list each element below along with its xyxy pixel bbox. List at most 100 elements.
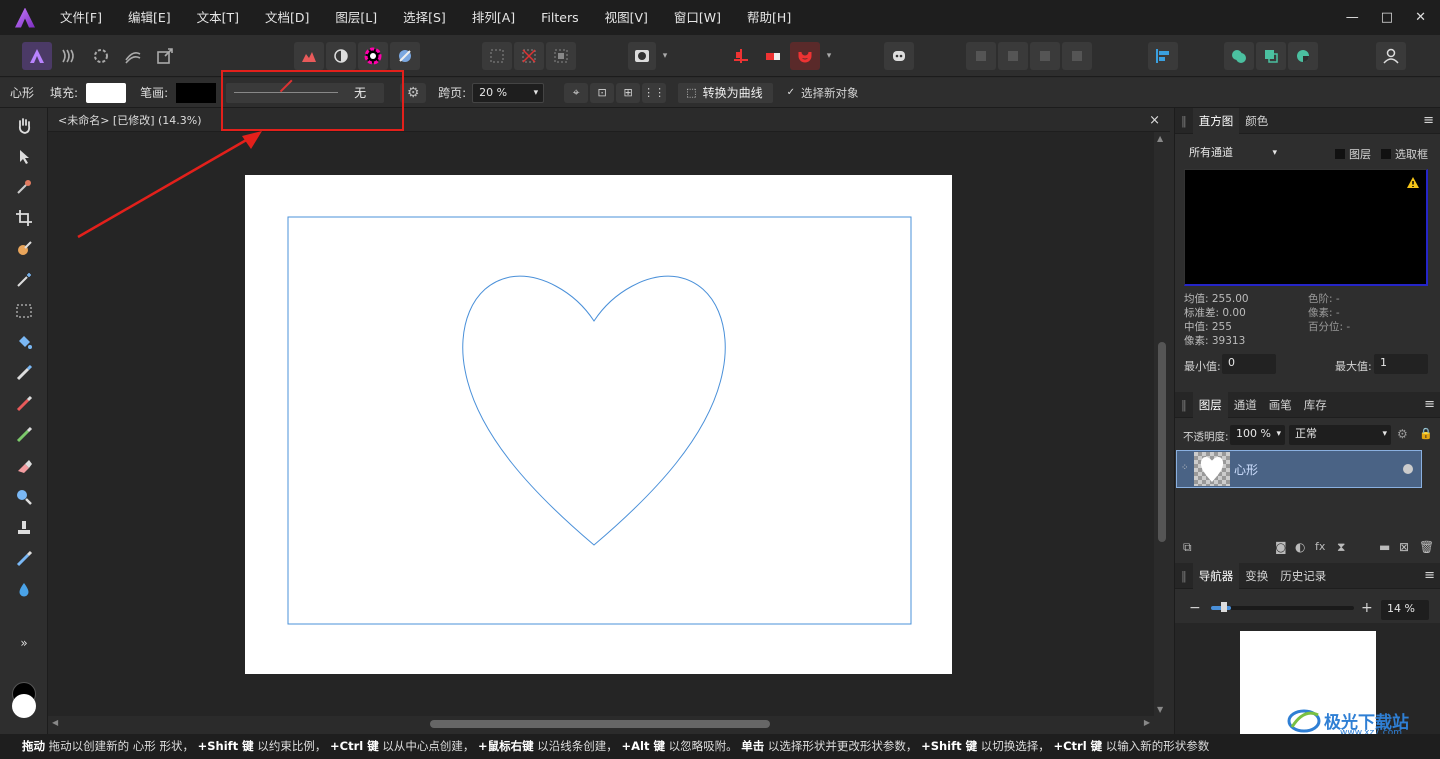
move-tool-icon[interactable] — [12, 145, 36, 167]
select-new-object-checkbox[interactable]: ✓ 选择新对象 — [787, 85, 859, 101]
scroll-up-icon[interactable]: ▲ — [1157, 134, 1163, 143]
zoom-out-button[interactable]: − — [1189, 600, 1201, 616]
eraser-icon[interactable] — [12, 455, 36, 477]
lock-icon[interactable]: 🔒 — [1419, 427, 1433, 440]
arrange-back-icon[interactable] — [966, 42, 996, 70]
gear-icon[interactable]: ⚙ — [400, 82, 427, 103]
layer-duplicate-icon[interactable]: ⧉ — [1183, 540, 1192, 555]
tab-stock[interactable]: 库存 — [1298, 397, 1333, 413]
transform-origin-icon[interactable]: ⌖ — [564, 82, 589, 103]
horizontal-scroll-thumb[interactable] — [430, 720, 770, 728]
snapping-toggle-icon[interactable] — [758, 42, 788, 70]
menu-window[interactable]: 窗口[W] — [661, 0, 734, 35]
paint-brush-icon[interactable] — [12, 362, 36, 384]
arrange-front-icon[interactable] — [1062, 42, 1092, 70]
tab-histogram[interactable]: 直方图 — [1192, 107, 1240, 134]
heart-shape-canvas[interactable] — [245, 175, 952, 674]
levels-icon[interactable] — [294, 42, 324, 70]
assistant-icon[interactable] — [884, 42, 914, 70]
boolean-add-icon[interactable] — [1224, 42, 1254, 70]
boolean-subtract-icon[interactable] — [1256, 42, 1286, 70]
fill-swatch[interactable] — [86, 82, 127, 103]
develop-persona-icon[interactable] — [86, 42, 116, 70]
zoom-slider[interactable] — [1211, 602, 1354, 612]
menu-filters[interactable]: Filters — [528, 0, 591, 35]
marquee-tool-icon[interactable] — [12, 300, 36, 322]
tab-navigator[interactable]: 导航器 — [1192, 562, 1240, 589]
white-balance-icon[interactable] — [390, 42, 420, 70]
snapping-grid-icon[interactable] — [726, 42, 756, 70]
smudge-tool-icon[interactable] — [12, 548, 36, 570]
zoom-in-button[interactable]: + — [1361, 600, 1373, 616]
more-tools-icon[interactable]: » — [12, 632, 36, 654]
scroll-left-icon[interactable]: ◀ — [52, 718, 58, 727]
brush-tool-icon[interactable] — [12, 393, 36, 415]
align-icon[interactable] — [1148, 42, 1178, 70]
chevron-down-icon[interactable]: ▾ — [822, 42, 836, 70]
selection-brush-icon[interactable] — [12, 238, 36, 260]
distribute-icon[interactable]: ⊞ — [616, 82, 641, 103]
invert-selection-icon[interactable] — [546, 42, 576, 70]
mask-layer-icon[interactable]: ◙ — [1275, 540, 1287, 554]
panel-menu-icon[interactable]: ≡ — [1418, 397, 1440, 412]
crop-tool-icon[interactable] — [12, 207, 36, 229]
select-all-icon[interactable] — [482, 42, 512, 70]
zoom-slider-handle[interactable] — [1221, 602, 1227, 612]
vertical-scrollbar[interactable]: ▲ ▼ — [1154, 132, 1170, 716]
span-dropdown[interactable]: 20 % ▾ — [472, 82, 545, 103]
channel-select[interactable]: 所有通道 ▾ — [1183, 144, 1281, 162]
opacity-dropdown[interactable]: 100 % ▾ — [1230, 425, 1285, 445]
fx-icon[interactable]: fx — [1315, 540, 1325, 553]
blend-mode-dropdown[interactable]: 正常 ▾ — [1289, 425, 1391, 445]
magnet-icon[interactable] — [790, 42, 820, 70]
menu-document[interactable]: 文档[D] — [252, 0, 322, 35]
adjustment-layer-icon[interactable]: ◐ — [1295, 540, 1305, 554]
blur-drop-icon[interactable] — [12, 579, 36, 601]
tone-mapping-persona-icon[interactable] — [118, 42, 148, 70]
quick-mask-icon[interactable] — [628, 42, 656, 70]
user-account-icon[interactable] — [1376, 42, 1406, 70]
flood-fill-icon[interactable] — [12, 331, 36, 353]
layer-row[interactable]: ⁘ 心形 — [1176, 450, 1422, 488]
deselect-icon[interactable] — [514, 42, 544, 70]
panel-menu-icon[interactable]: ≡ — [1418, 568, 1440, 583]
scroll-right-icon[interactable]: ▶ — [1144, 718, 1150, 727]
tab-color[interactable]: 颜色 — [1239, 113, 1274, 129]
tab-brushes[interactable]: 画笔 — [1263, 397, 1298, 413]
close-window-button[interactable]: ✕ — [1415, 10, 1426, 25]
auto-contrast-icon[interactable] — [326, 42, 356, 70]
marquee-checkbox[interactable]: 选取框 — [1381, 146, 1428, 162]
scroll-down-icon[interactable]: ▼ — [1157, 705, 1163, 714]
zoom-value-input[interactable]: 14 % — [1381, 600, 1429, 620]
liquify-persona-icon[interactable] — [54, 42, 84, 70]
menu-view[interactable]: 视图[V] — [592, 0, 661, 35]
color-wheel-icon[interactable] — [358, 42, 388, 70]
vertical-scroll-thumb[interactable] — [1158, 342, 1166, 542]
min-value-input[interactable]: 0 — [1222, 354, 1276, 374]
menu-file[interactable]: 文件[F] — [47, 0, 115, 35]
close-document-icon[interactable]: × — [1149, 110, 1160, 132]
maximize-button[interactable]: □ — [1381, 10, 1393, 25]
layer-checkbox[interactable]: 图层 — [1335, 146, 1371, 162]
export-persona-icon[interactable] — [150, 42, 180, 70]
tab-history[interactable]: 历史记录 — [1274, 568, 1332, 584]
group-folder-icon[interactable]: ▬ — [1379, 540, 1390, 554]
gear-icon[interactable]: ⚙ — [1397, 427, 1408, 441]
horizontal-scrollbar[interactable]: ◀ ▶ — [48, 716, 1154, 732]
convert-to-curves-button[interactable]: ⬚ 转换为曲线 — [678, 82, 773, 103]
clone-stamp-icon[interactable] — [12, 517, 36, 539]
chevron-down-icon[interactable]: ▾ — [658, 42, 672, 70]
trash-icon[interactable]: 🗑 — [1419, 540, 1434, 554]
secondary-color-swatch[interactable] — [12, 694, 36, 718]
align-center-icon[interactable]: ⊡ — [590, 82, 615, 103]
max-value-input[interactable]: 1 — [1374, 354, 1428, 374]
menu-edit[interactable]: 编辑[E] — [115, 0, 184, 35]
boolean-intersect-icon[interactable] — [1288, 42, 1318, 70]
layer-visibility-dot[interactable] — [1403, 464, 1413, 474]
document-page[interactable] — [245, 175, 952, 674]
magic-wand-icon[interactable] — [12, 269, 36, 291]
healing-brush-icon[interactable] — [12, 424, 36, 446]
arrange-forward-icon[interactable] — [1030, 42, 1060, 70]
menu-layer[interactable]: 图层[L] — [322, 0, 390, 35]
grid-icon[interactable]: ⋮⋮ — [642, 82, 667, 103]
